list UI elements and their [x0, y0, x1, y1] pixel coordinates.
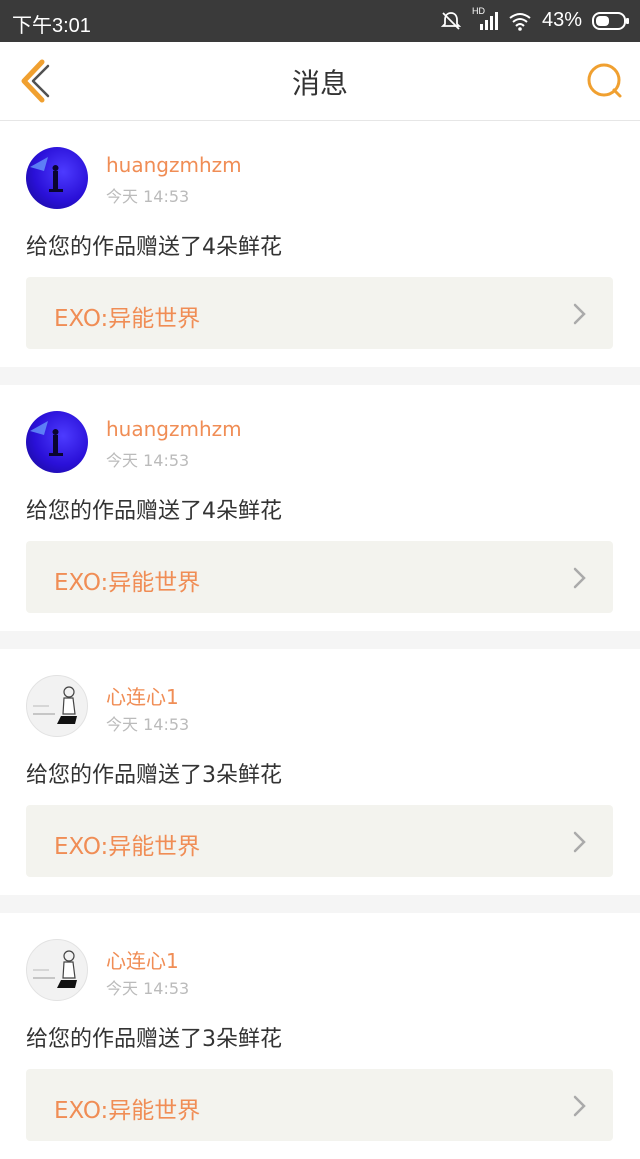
avatar-image: [33, 950, 77, 988]
message-text: 给您的作品赠送了4朵鲜花: [26, 499, 282, 524]
message-text: 给您的作品赠送了3朵鲜花: [26, 1027, 282, 1052]
user-name[interactable]: huangzmhzm: [106, 153, 242, 177]
message-text: 给您的作品赠送了3朵鲜花: [26, 763, 282, 788]
signal-icon: HD: [472, 6, 498, 32]
user-name[interactable]: 心连心1: [106, 681, 179, 710]
work-link[interactable]: EXO:异能世界: [26, 541, 613, 613]
avatar-image: [30, 421, 63, 456]
work-title: EXO:异能世界: [54, 570, 201, 596]
search-button[interactable]: [584, 60, 626, 102]
message-time: 今天 14:53: [106, 451, 190, 470]
status-time: 下午3:01: [12, 15, 91, 37]
status-bar: 下午3:01 HD 43%: [0, 0, 640, 42]
chevron-right-icon: [573, 831, 586, 853]
page-title: 消息: [291, 67, 348, 100]
chevron-right-icon: [573, 303, 586, 325]
message-text: 给您的作品赠送了4朵鲜花: [26, 235, 282, 260]
message-list: huangzmhzm 今天 14:53 给您的作品赠送了4朵鲜花 EXO:异能世…: [0, 121, 640, 1159]
message-time: 今天 14:53: [106, 715, 190, 734]
user-name[interactable]: 心连心1: [106, 945, 179, 974]
message-item: huangzmhzm 今天 14:53 给您的作品赠送了4朵鲜花 EXO:异能世…: [0, 385, 640, 631]
divider: [0, 631, 640, 649]
status-icons: HD 43%: [440, 6, 630, 32]
wifi-icon: [508, 11, 532, 31]
divider: [0, 367, 640, 385]
work-title: EXO:异能世界: [54, 1098, 201, 1124]
alarm-off-icon: [440, 10, 462, 32]
search-icon: [587, 63, 622, 98]
message-item: huangzmhzm 今天 14:53 给您的作品赠送了4朵鲜花 EXO:异能世…: [0, 121, 640, 367]
divider: [0, 895, 640, 913]
nav-bar: 消息: [0, 42, 640, 121]
message-time: 今天 14:53: [106, 979, 190, 998]
work-link[interactable]: EXO:异能世界: [26, 277, 613, 349]
avatar[interactable]: [26, 939, 88, 1001]
work-title: EXO:异能世界: [54, 306, 201, 332]
avatar-image: [33, 686, 77, 724]
battery-percent: 43%: [541, 9, 582, 31]
avatar[interactable]: [26, 675, 88, 737]
message-time: 今天 14:53: [106, 187, 190, 206]
work-link[interactable]: EXO:异能世界: [26, 805, 613, 877]
avatar-image: [30, 157, 63, 192]
battery-icon: [592, 11, 630, 31]
message-item: 心连心1 今天 14:53 给您的作品赠送了3朵鲜花 EXO:异能世界: [0, 913, 640, 1159]
chevron-right-icon: [573, 567, 586, 589]
work-title: EXO:异能世界: [54, 834, 201, 860]
user-name[interactable]: huangzmhzm: [106, 417, 242, 441]
avatar[interactable]: [26, 147, 88, 209]
chevron-right-icon: [573, 1095, 586, 1117]
work-link[interactable]: EXO:异能世界: [26, 1069, 613, 1141]
avatar[interactable]: [26, 411, 88, 473]
message-item: 心连心1 今天 14:53 给您的作品赠送了3朵鲜花 EXO:异能世界: [0, 649, 640, 895]
